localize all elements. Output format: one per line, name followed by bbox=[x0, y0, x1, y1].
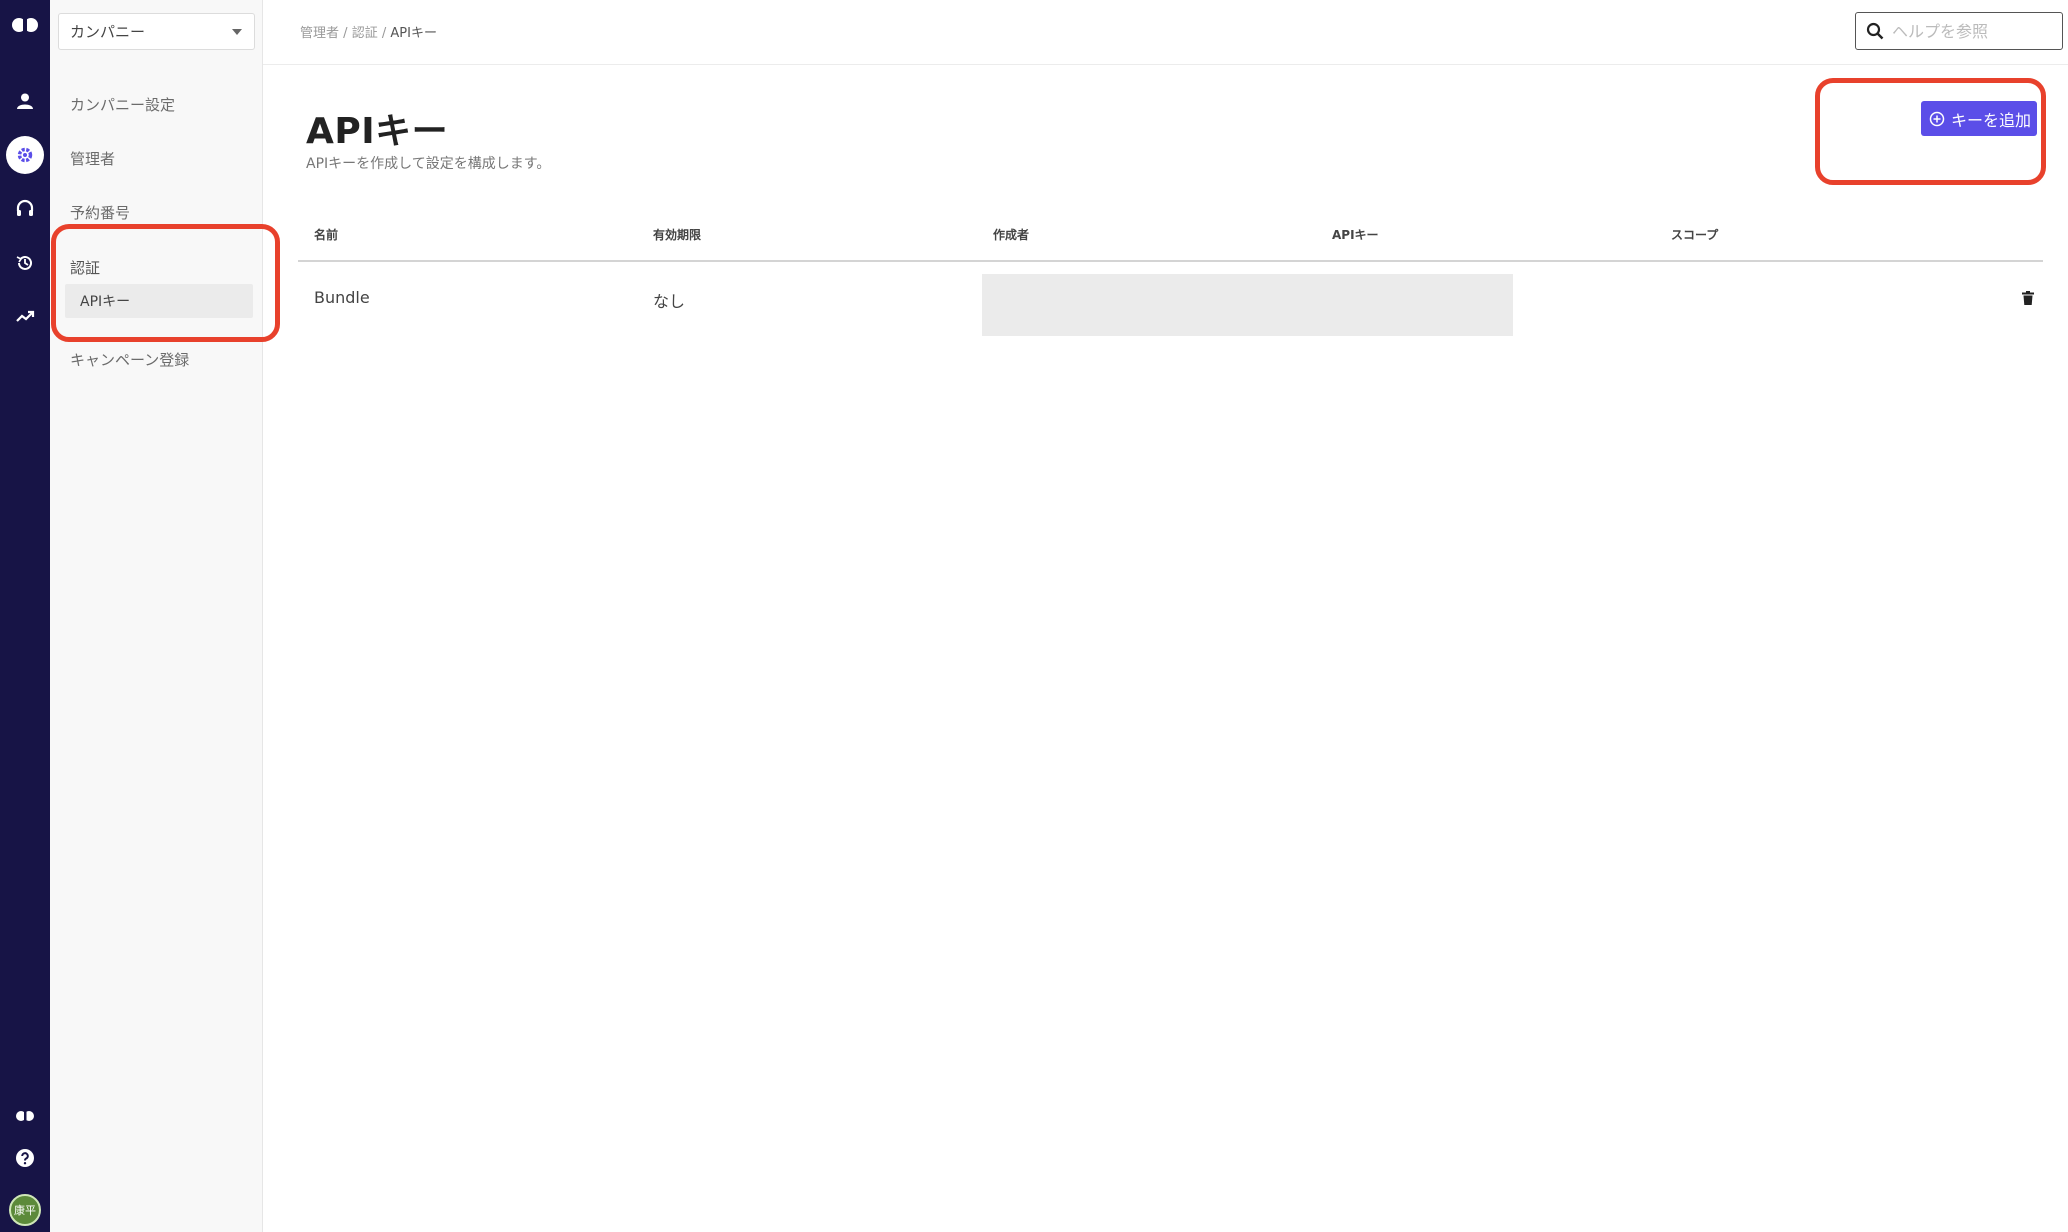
trend-icon[interactable] bbox=[0, 303, 50, 329]
page-title: APIキー bbox=[306, 111, 449, 152]
table-header-divider bbox=[298, 260, 2043, 262]
highlight-add-key bbox=[1815, 78, 2046, 185]
settings-sidebar: カンパニー カンパニー設定 管理者 予約番号 認証 APIキー キャンペーン登録 bbox=[50, 0, 263, 1232]
column-header-creator: 作成者 bbox=[993, 228, 1030, 242]
page-subtitle: APIキーを作成して設定を構成します。 bbox=[306, 156, 551, 172]
caret-down-icon bbox=[232, 28, 242, 35]
search-input[interactable] bbox=[1892, 21, 2042, 41]
cell-name: Bundle bbox=[314, 288, 370, 307]
company-select-label: カンパニー bbox=[70, 23, 146, 41]
highlight-auth-section bbox=[51, 224, 280, 342]
help-icon[interactable] bbox=[0, 1147, 50, 1169]
logo-icon[interactable] bbox=[0, 12, 50, 38]
icon-rail: 康平 bbox=[0, 0, 50, 1232]
breadcrumb-admins[interactable]: 管理者 bbox=[300, 26, 339, 41]
history-icon[interactable] bbox=[0, 250, 50, 276]
sidebar-item-reserved-numbers[interactable]: 予約番号 bbox=[70, 202, 130, 223]
search-icon bbox=[1866, 22, 1884, 40]
sidebar-item-campaign[interactable]: キャンペーン登録 bbox=[70, 349, 189, 370]
column-header-scope: スコープ bbox=[1671, 228, 1719, 242]
breadcrumb-current: APIキー bbox=[390, 26, 437, 41]
help-search[interactable] bbox=[1855, 12, 2063, 50]
avatar[interactable]: 康平 bbox=[0, 1193, 50, 1227]
breadcrumb-auth[interactable]: 認証 bbox=[352, 26, 378, 41]
cell-expiry: なし bbox=[653, 292, 686, 311]
breadcrumb: 管理者 / 認証 / APIキー bbox=[300, 22, 437, 41]
headset-icon[interactable] bbox=[0, 196, 50, 222]
redacted-area bbox=[982, 274, 1513, 336]
gear-icon[interactable] bbox=[0, 136, 50, 174]
sidebar-item-company-settings[interactable]: カンパニー設定 bbox=[70, 94, 175, 115]
logo-small-icon[interactable] bbox=[0, 1106, 50, 1126]
header-divider bbox=[263, 64, 2068, 65]
trash-icon bbox=[2022, 291, 2034, 305]
breadcrumb-separator: / bbox=[343, 26, 348, 41]
sidebar-item-admins[interactable]: 管理者 bbox=[70, 148, 115, 169]
column-header-name: 名前 bbox=[314, 228, 339, 242]
user-icon[interactable] bbox=[0, 88, 50, 114]
delete-row-button[interactable] bbox=[2022, 290, 2034, 309]
breadcrumb-separator: / bbox=[381, 26, 387, 41]
column-header-expiry: 有効期限 bbox=[653, 228, 702, 242]
column-header-api-key: APIキー bbox=[1332, 228, 1379, 242]
company-select[interactable]: カンパニー bbox=[58, 13, 255, 50]
